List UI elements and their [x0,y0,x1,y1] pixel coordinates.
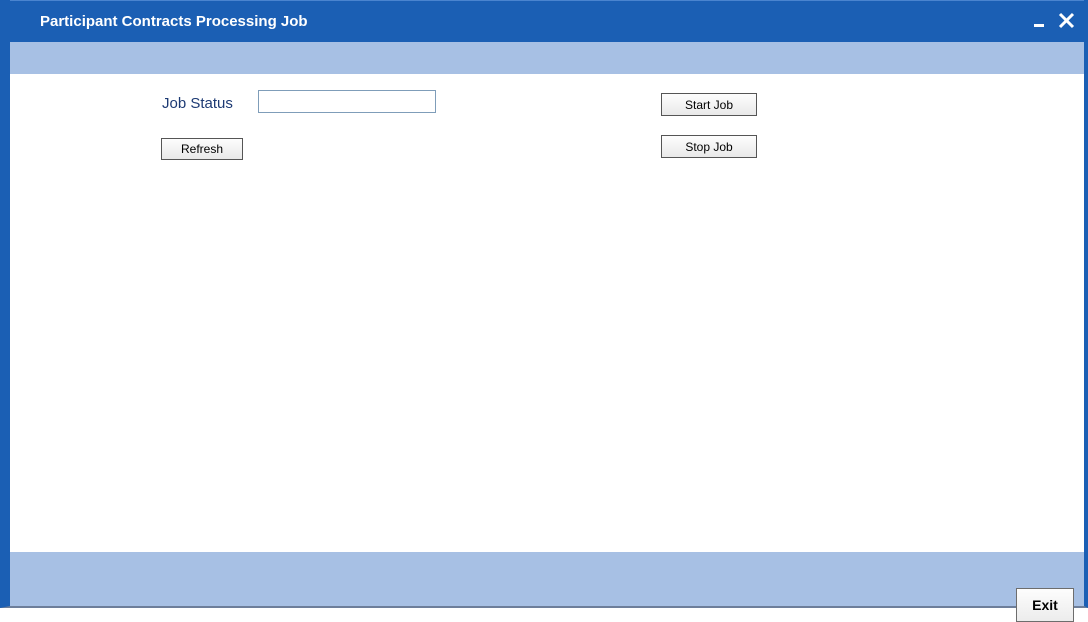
job-status-label: Job Status [162,95,233,112]
window-title: Participant Contracts Processing Job [40,13,308,30]
form-area: Job Status Refresh Start Job Stop Job [10,74,1084,552]
toolbar-strip [10,42,1084,74]
window-controls [1034,7,1078,35]
job-status-input[interactable] [258,90,436,113]
job-window: Participant Contracts Processing Job Job… [0,0,1088,622]
title-bar: Participant Contracts Processing Job [10,0,1084,42]
refresh-button[interactable]: Refresh [161,138,243,160]
close-icon[interactable] [1056,10,1078,32]
exit-button[interactable]: Exit [1016,588,1074,622]
footer-bar: Exit [10,552,1084,622]
minimize-icon[interactable] [1034,14,1046,28]
stop-job-button[interactable]: Stop Job [661,135,757,158]
start-job-button[interactable]: Start Job [661,93,757,116]
